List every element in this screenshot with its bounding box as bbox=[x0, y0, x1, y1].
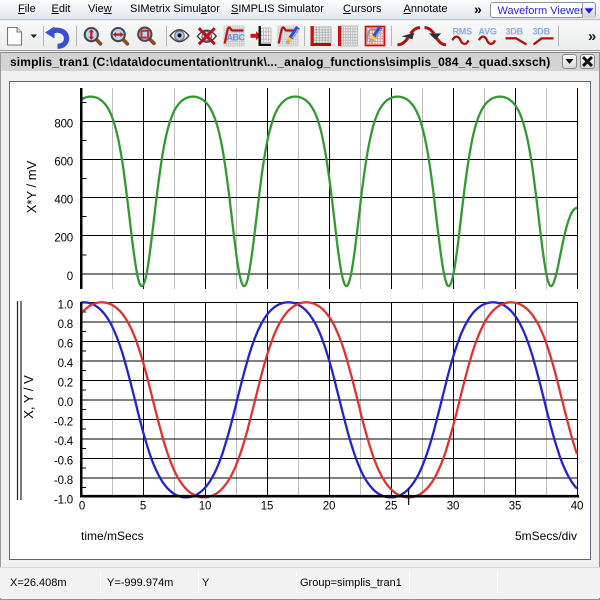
svg-text:ABC: ABC bbox=[227, 33, 246, 43]
svg-text:-0.2: -0.2 bbox=[54, 416, 73, 428]
svg-text:0.6: 0.6 bbox=[58, 338, 73, 350]
svg-text:-1.0: -1.0 bbox=[54, 494, 73, 506]
svg-text:5: 5 bbox=[140, 501, 146, 513]
svg-text:0.8: 0.8 bbox=[58, 319, 73, 331]
svg-text:400: 400 bbox=[54, 195, 73, 207]
svg-text:0: 0 bbox=[79, 501, 85, 513]
svg-text:20: 20 bbox=[323, 501, 335, 513]
svg-text:3DB: 3DB bbox=[533, 27, 551, 37]
svg-text:»: » bbox=[588, 28, 596, 45]
svg-text:25: 25 bbox=[385, 501, 397, 513]
svg-text:3DB: 3DB bbox=[506, 27, 524, 37]
svg-text:0: 0 bbox=[67, 271, 73, 283]
svg-text:0.4: 0.4 bbox=[58, 358, 74, 370]
svg-text:600: 600 bbox=[54, 157, 73, 169]
svg-text:10: 10 bbox=[199, 501, 211, 513]
svg-text:35: 35 bbox=[509, 501, 521, 513]
svg-text:800: 800 bbox=[54, 118, 73, 130]
svg-text:time/mSecs: time/mSecs bbox=[81, 529, 144, 543]
svg-text:200: 200 bbox=[54, 233, 73, 245]
svg-text:30: 30 bbox=[447, 501, 459, 513]
svg-text:AVG: AVG bbox=[479, 27, 497, 37]
svg-text:0.2: 0.2 bbox=[58, 377, 73, 389]
svg-text:-0.6: -0.6 bbox=[54, 455, 73, 467]
svg-text:40: 40 bbox=[571, 501, 583, 513]
svg-text:5mSecs/div: 5mSecs/div bbox=[515, 529, 577, 543]
svg-text:-0.4: -0.4 bbox=[54, 436, 74, 448]
svg-text:X, Y / V: X, Y / V bbox=[21, 375, 36, 419]
svg-text:RMS: RMS bbox=[453, 27, 473, 37]
svg-text:15: 15 bbox=[261, 501, 273, 513]
svg-text:1.0: 1.0 bbox=[58, 299, 73, 311]
svg-text:X*Y / mV: X*Y / mV bbox=[24, 160, 39, 213]
svg-text:0.0: 0.0 bbox=[58, 397, 73, 409]
svg-text:-0.8: -0.8 bbox=[54, 475, 73, 487]
